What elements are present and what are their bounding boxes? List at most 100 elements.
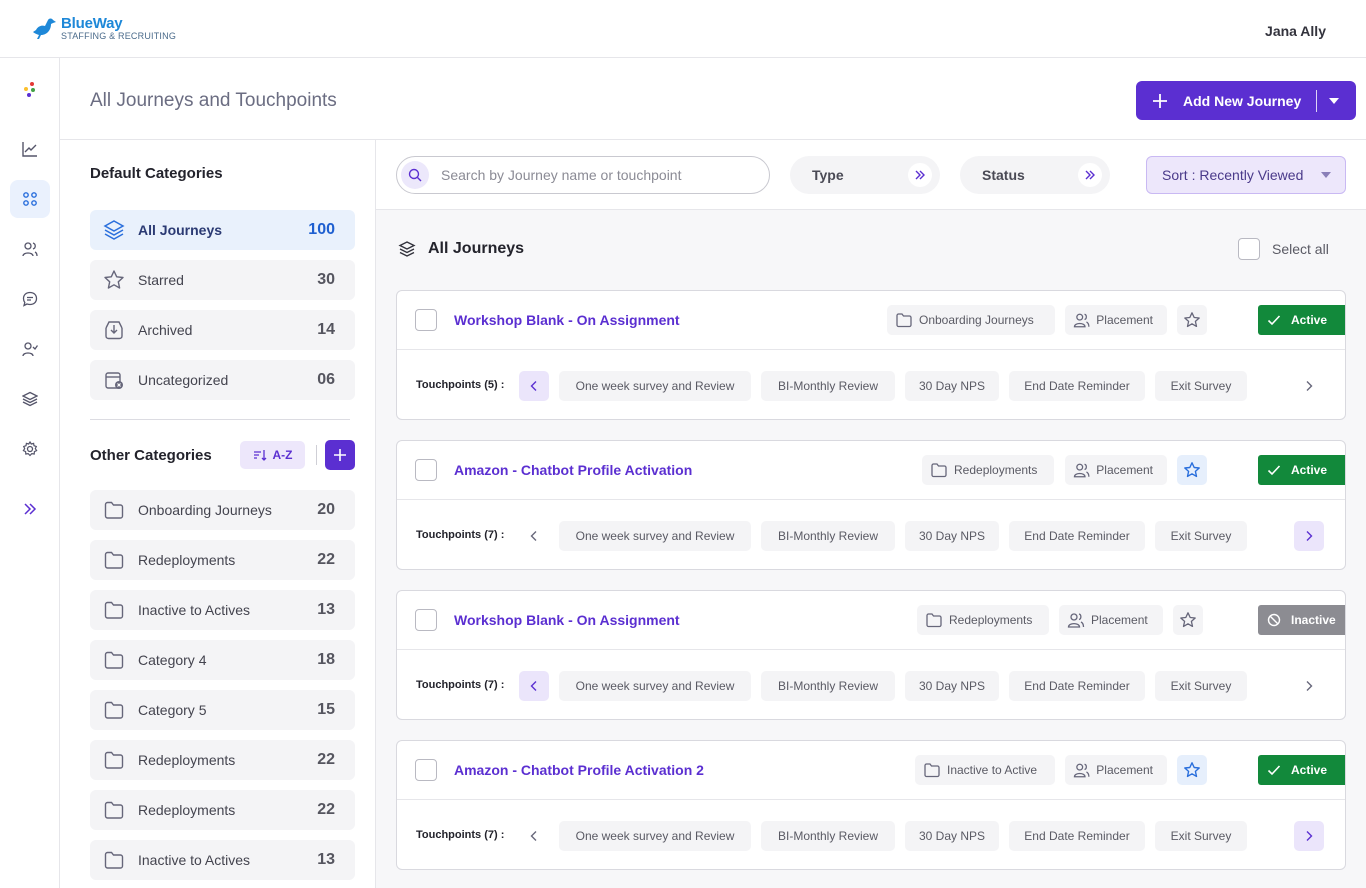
- category-item[interactable]: Category 5 15: [90, 690, 355, 730]
- touchpoint-chip[interactable]: 30 Day NPS: [905, 671, 999, 701]
- journey-card[interactable]: Workshop Blank - On Assignment Onboarding…: [396, 290, 1346, 420]
- category-starred[interactable]: Starred 30: [90, 260, 355, 300]
- layers-nav[interactable]: [10, 380, 50, 418]
- app-logo-icon[interactable]: [10, 70, 50, 108]
- add-new-journey-button[interactable]: Add New Journey: [1136, 81, 1356, 120]
- type-tag[interactable]: Placement: [1065, 755, 1167, 785]
- star-toggle[interactable]: [1173, 605, 1203, 635]
- journey-card[interactable]: Amazon - Chatbot Profile Activation Redep…: [396, 440, 1346, 570]
- select-all[interactable]: Select all: [1238, 238, 1329, 260]
- logo-subtitle: STAFFING & RECRUITING: [61, 30, 177, 41]
- category-tag[interactable]: Onboarding Journeys: [887, 305, 1055, 335]
- category-item[interactable]: Redeployments 22: [90, 790, 355, 830]
- left-nav-rail: [0, 58, 60, 888]
- touchpoint-chip[interactable]: End Date Reminder: [1009, 521, 1145, 551]
- status-badge[interactable]: Active: [1258, 755, 1345, 785]
- touchpoints-next-button[interactable]: [1294, 821, 1324, 851]
- status-badge[interactable]: Active: [1258, 455, 1345, 485]
- type-tag[interactable]: Placement: [1065, 455, 1167, 485]
- journey-checkbox[interactable]: [415, 759, 437, 781]
- status-filter[interactable]: Status: [960, 156, 1110, 194]
- touchpoints-prev-button[interactable]: [519, 521, 549, 551]
- status-badge[interactable]: Active: [1258, 305, 1345, 335]
- touchpoint-chip[interactable]: 30 Day NPS: [905, 371, 999, 401]
- type-tag[interactable]: Placement: [1059, 605, 1163, 635]
- touchpoint-chip[interactable]: BI-Monthly Review: [761, 821, 895, 851]
- touchpoint-chip[interactable]: BI-Monthly Review: [761, 671, 895, 701]
- touchpoint-chip[interactable]: One week survey and Review: [559, 821, 751, 851]
- user-name[interactable]: Jana Ally: [1265, 23, 1326, 39]
- touchpoints-next-button[interactable]: [1294, 521, 1324, 551]
- sort-dropdown[interactable]: Sort : Recently Viewed: [1146, 156, 1346, 194]
- touchpoint-chip[interactable]: Exit Survey: [1155, 821, 1247, 851]
- touchpoint-chip[interactable]: Exit Survey: [1155, 371, 1247, 401]
- touchpoint-chip[interactable]: One week survey and Review: [559, 521, 751, 551]
- touchpoint-chip[interactable]: 30 Day NPS: [905, 821, 999, 851]
- search-input[interactable]: [441, 167, 741, 183]
- chevron-left-icon: [530, 831, 537, 841]
- category-tag[interactable]: Redeployments: [922, 455, 1054, 485]
- type-tag[interactable]: Placement: [1065, 305, 1167, 335]
- brand-logo[interactable]: BlueWay STAFFING & RECRUITING: [32, 14, 176, 42]
- touchpoints-prev-button[interactable]: [519, 371, 549, 401]
- category-uncategorized[interactable]: Uncategorized 06: [90, 360, 355, 400]
- select-all-checkbox[interactable]: [1238, 238, 1260, 260]
- expand-sidebar-button[interactable]: [10, 490, 50, 528]
- category-tag[interactable]: Inactive to Active: [915, 755, 1055, 785]
- candidates-nav[interactable]: [10, 330, 50, 368]
- star-toggle[interactable]: [1177, 755, 1207, 785]
- category-item[interactable]: Inactive to Actives 13: [90, 840, 355, 880]
- dropdown-caret-icon[interactable]: [1329, 97, 1340, 104]
- button-divider: [1316, 89, 1318, 112]
- category-item[interactable]: Onboarding Journeys 20: [90, 490, 355, 530]
- star-toggle[interactable]: [1177, 455, 1207, 485]
- journey-card-header: Amazon - Chatbot Profile Activation 2 Ina…: [397, 741, 1345, 800]
- touchpoint-chip[interactable]: BI-Monthly Review: [761, 371, 895, 401]
- status-label: Inactive: [1291, 613, 1336, 627]
- analytics-nav[interactable]: [10, 130, 50, 168]
- touchpoints-next-button[interactable]: [1294, 671, 1324, 701]
- add-category-button[interactable]: [325, 440, 355, 470]
- touchpoint-chip[interactable]: BI-Monthly Review: [761, 521, 895, 551]
- touchpoint-chip[interactable]: Exit Survey: [1155, 671, 1247, 701]
- chat-icon: [22, 291, 38, 307]
- star-toggle[interactable]: [1177, 305, 1207, 335]
- journey-title[interactable]: Amazon - Chatbot Profile Activation 2: [454, 762, 704, 778]
- status-badge[interactable]: Inactive: [1258, 605, 1345, 635]
- category-all-journeys[interactable]: All Journeys 100: [90, 210, 355, 250]
- category-item[interactable]: Redeployments 22: [90, 740, 355, 780]
- journey-checkbox[interactable]: [415, 459, 437, 481]
- journey-title[interactable]: Workshop Blank - On Assignment: [454, 612, 680, 628]
- journey-card[interactable]: Workshop Blank - On Assignment Redeployme…: [396, 590, 1346, 720]
- type-filter[interactable]: Type: [790, 156, 940, 194]
- touchpoint-chip[interactable]: One week survey and Review: [559, 371, 751, 401]
- journey-checkbox[interactable]: [415, 609, 437, 631]
- touchpoints-prev-button[interactable]: [519, 821, 549, 851]
- search-box[interactable]: [396, 156, 770, 194]
- category-item[interactable]: Inactive to Actives 13: [90, 590, 355, 630]
- touchpoint-chip[interactable]: One week survey and Review: [559, 671, 751, 701]
- touchpoint-chip[interactable]: End Date Reminder: [1009, 371, 1145, 401]
- touchpoint-chip[interactable]: End Date Reminder: [1009, 671, 1145, 701]
- settings-nav[interactable]: [10, 430, 50, 468]
- touchpoints-next-button[interactable]: [1294, 371, 1324, 401]
- category-item[interactable]: Redeployments 22: [90, 540, 355, 580]
- touchpoints-prev-button[interactable]: [519, 671, 549, 701]
- touchpoint-chip[interactable]: End Date Reminder: [1009, 821, 1145, 851]
- journey-card[interactable]: Amazon - Chatbot Profile Activation 2 Ina…: [396, 740, 1346, 870]
- category-label: Category 4: [138, 652, 207, 668]
- sort-az-button[interactable]: A-Z: [240, 441, 305, 469]
- messages-nav[interactable]: [10, 280, 50, 318]
- contacts-nav[interactable]: [10, 230, 50, 268]
- touchpoint-chip[interactable]: 30 Day NPS: [905, 521, 999, 551]
- category-item[interactable]: Category 4 18: [90, 640, 355, 680]
- journeys-nav[interactable]: [10, 180, 50, 218]
- ban-icon: [1267, 613, 1281, 627]
- touchpoint-chip[interactable]: Exit Survey: [1155, 521, 1247, 551]
- category-tag[interactable]: Redeployments: [917, 605, 1049, 635]
- status-filter-label: Status: [982, 167, 1025, 183]
- category-archived[interactable]: Archived 14: [90, 310, 355, 350]
- journey-title[interactable]: Amazon - Chatbot Profile Activation: [454, 462, 692, 478]
- journey-title[interactable]: Workshop Blank - On Assignment: [454, 312, 680, 328]
- journey-checkbox[interactable]: [415, 309, 437, 331]
